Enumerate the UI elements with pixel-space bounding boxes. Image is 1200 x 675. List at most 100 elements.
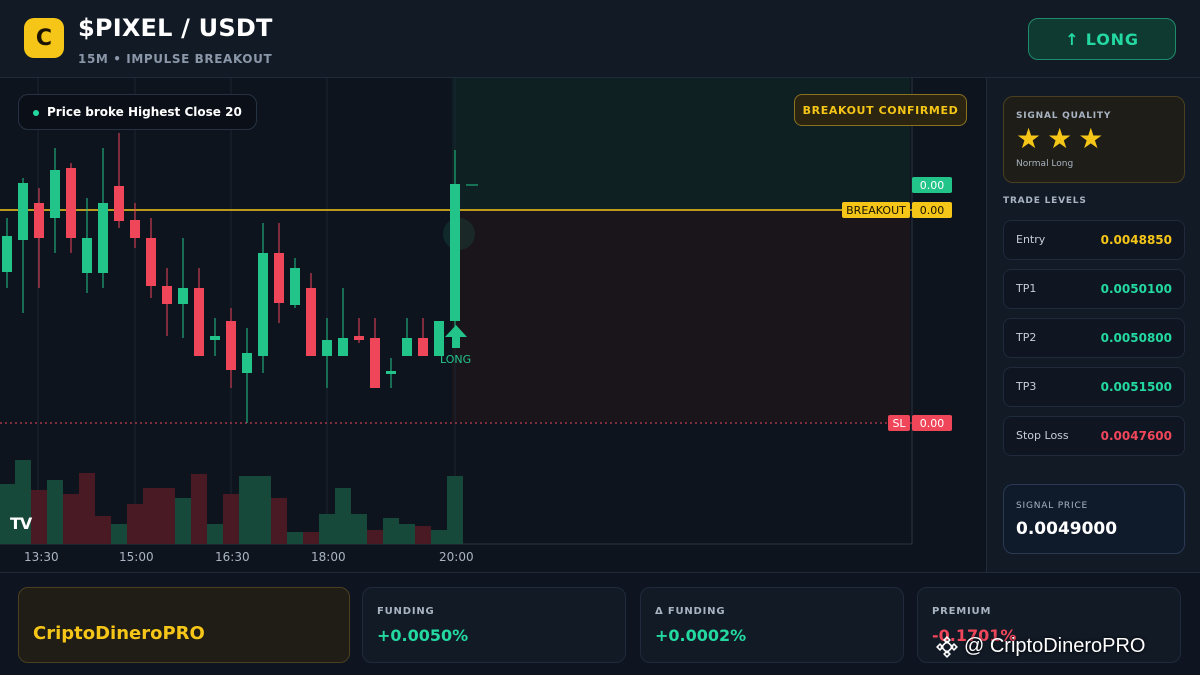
candle-body [2,236,12,272]
volume-bar [431,530,447,544]
candle-body [50,170,60,218]
candle-body [98,203,108,273]
delta-funding-card: Δ FUNDING +0.0002% [640,587,904,663]
breakout-price-tag: 0.00 [912,202,952,218]
status-dot-icon [33,110,39,116]
candle-body [242,353,252,373]
level-value: 0.0047600 [1100,429,1172,443]
stat-value: +0.0002% [655,626,747,645]
level-entry: Entry 0.0048850 [1003,220,1185,260]
signal-quality-subtitle: Normal Long [1016,159,1074,169]
candle-body [258,253,268,356]
volume-bar [95,516,111,544]
candle-body [370,338,380,388]
volume-bar [415,526,431,544]
candle-body [194,288,204,356]
star-icon: ★ [1047,122,1073,155]
brand-name: CriptoDineroPRO [33,623,205,644]
volume-bar [47,480,63,544]
signal-quality-title: SIGNAL QUALITY [1016,111,1112,121]
star-icon: ★ [1016,122,1042,155]
stat-label: Δ FUNDING [655,606,726,617]
tradingview-logo-icon: TV [10,514,32,533]
candle-body [210,336,220,340]
level-name: TP2 [1016,331,1037,344]
volume-bar [287,532,303,544]
candle-body [18,183,28,240]
candle-body [66,168,76,238]
signal-price-card: SIGNAL PRICE 0.0049000 [1003,484,1185,554]
candle-body [34,203,44,238]
candle-body [274,253,284,303]
level-value: 0.0051500 [1100,380,1172,394]
volume-bar [79,473,95,544]
coin-logo-icon: C [24,18,64,58]
volume-bar [447,476,463,544]
volume-bar [335,488,351,544]
level-stop-loss: Stop Loss 0.0047600 [1003,416,1185,456]
sl-price-tag: 0.00 [912,415,952,431]
level-tp1: TP1 0.0050100 [1003,269,1185,309]
time-label: 18:00 [311,550,346,564]
volume-bar [383,518,399,544]
volume-bar [111,524,127,544]
candle-body [418,338,428,356]
long-button[interactable]: ↑ LONG [1028,18,1176,60]
volume-bar [159,488,175,544]
signal-quality-card: SIGNAL QUALITY ★ ★ ★ Normal Long [1003,96,1185,183]
level-tp2: TP2 0.0050800 [1003,318,1185,358]
watermark-text: @ CriptoDineroPRO [964,635,1146,657]
breakout-line-label: BREAKOUT [842,202,910,218]
brand-card: CriptoDineroPRO [18,587,350,663]
price-chart[interactable]: Price broke Highest Close 20 BREAKOUT CO… [0,78,986,572]
volume-bar [175,498,191,544]
time-label: 13:30 [24,550,59,564]
volume-bar [367,530,383,544]
stat-value: +0.0050% [377,626,469,645]
info-pill-text: Price broke Highest Close 20 [47,105,242,119]
breakout-confirmed-badge: BREAKOUT CONFIRMED [794,94,967,126]
info-pill: Price broke Highest Close 20 [18,94,257,130]
volume-bar [143,488,159,544]
candle-body [402,338,412,356]
candlestick-chart [0,78,913,545]
candle-body [450,184,460,321]
volume-bar [63,494,79,544]
level-value: 0.0048850 [1100,233,1172,247]
volume-bar [255,476,271,544]
stat-label: FUNDING [377,606,435,617]
volume-bar [127,504,143,544]
candle-body [114,186,124,221]
timeframe-subtitle: 15M • IMPULSE BREAKOUT [78,52,273,66]
volume-bar [207,524,223,544]
watermark: @ CriptoDineroPRO [936,635,1145,658]
volume-bar [191,474,207,544]
candle-body [130,220,140,238]
risk-zone [452,210,910,422]
candle-body [322,340,332,356]
footer-bar: CriptoDineroPRO FUNDING +0.0050% Δ FUNDI… [0,572,1200,675]
binance-logo-icon [936,635,958,658]
level-value: 0.0050800 [1100,331,1172,345]
funding-card: FUNDING +0.0050% [362,587,626,663]
candle-body [146,238,156,286]
candle-body [338,338,348,356]
candle-body [386,371,396,374]
level-name: TP3 [1016,380,1037,393]
volume-bar [303,532,319,544]
volume-bar [239,476,255,544]
candle-body [162,286,172,304]
level-name: Stop Loss [1016,429,1069,442]
signal-price-value: 0.0049000 [1016,519,1118,539]
volume-bar [351,514,367,544]
volume-bar [399,524,415,544]
time-label: 16:30 [215,550,250,564]
volume-bar [271,498,287,544]
pair-title: $PIXEL / USDT [78,14,273,42]
candle-body [306,288,316,356]
long-marker-label: LONG [440,353,472,366]
candle-body [434,321,444,356]
candle-body [290,268,300,305]
signal-price-title: SIGNAL PRICE [1016,501,1089,511]
candle-body [178,288,188,304]
